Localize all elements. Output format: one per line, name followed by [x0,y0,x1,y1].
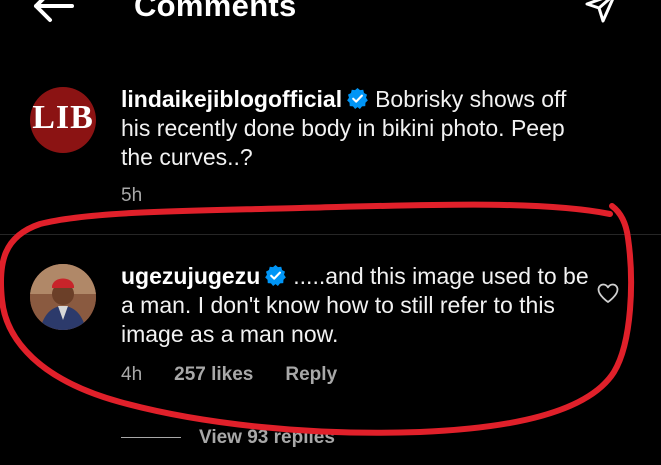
caption-meta: 5h [121,185,174,207]
avatar-photo [30,264,96,330]
paper-plane-icon[interactable] [583,0,619,26]
likes-count[interactable]: 257 likes [174,364,253,385]
caption-username[interactable]: lindaikejiblogofficial [121,86,342,112]
comments-header: Comments [0,0,661,40]
caption-text: lindaikejiblogofficial Bobrisky shows off… [121,85,591,172]
comment-time: 4h [121,364,143,385]
comment-text: ugezujugezu .....and this image used to b… [121,262,591,349]
view-replies-label: View 93 replies [199,427,335,448]
divider [0,234,661,235]
lib-logo-text: LIB [32,99,94,136]
lib-avatar[interactable]: LIB [30,87,96,153]
user-avatar[interactable] [30,264,96,330]
replies-divider-line [121,437,181,439]
reply-button[interactable]: Reply [285,364,337,385]
verified-badge-icon [265,264,287,286]
back-arrow-icon[interactable] [28,0,78,26]
heart-outline-icon[interactable] [596,281,620,305]
verified-badge-icon [347,87,368,109]
comment-meta: 4h 257 likes Reply [121,364,369,386]
view-replies-button[interactable]: View 93 replies [121,427,335,451]
comment-username[interactable]: ugezujugezu [121,263,260,289]
caption-time: 5h [121,185,143,206]
page-title: Comments [134,0,297,23]
red-annotation-circle [0,201,635,436]
